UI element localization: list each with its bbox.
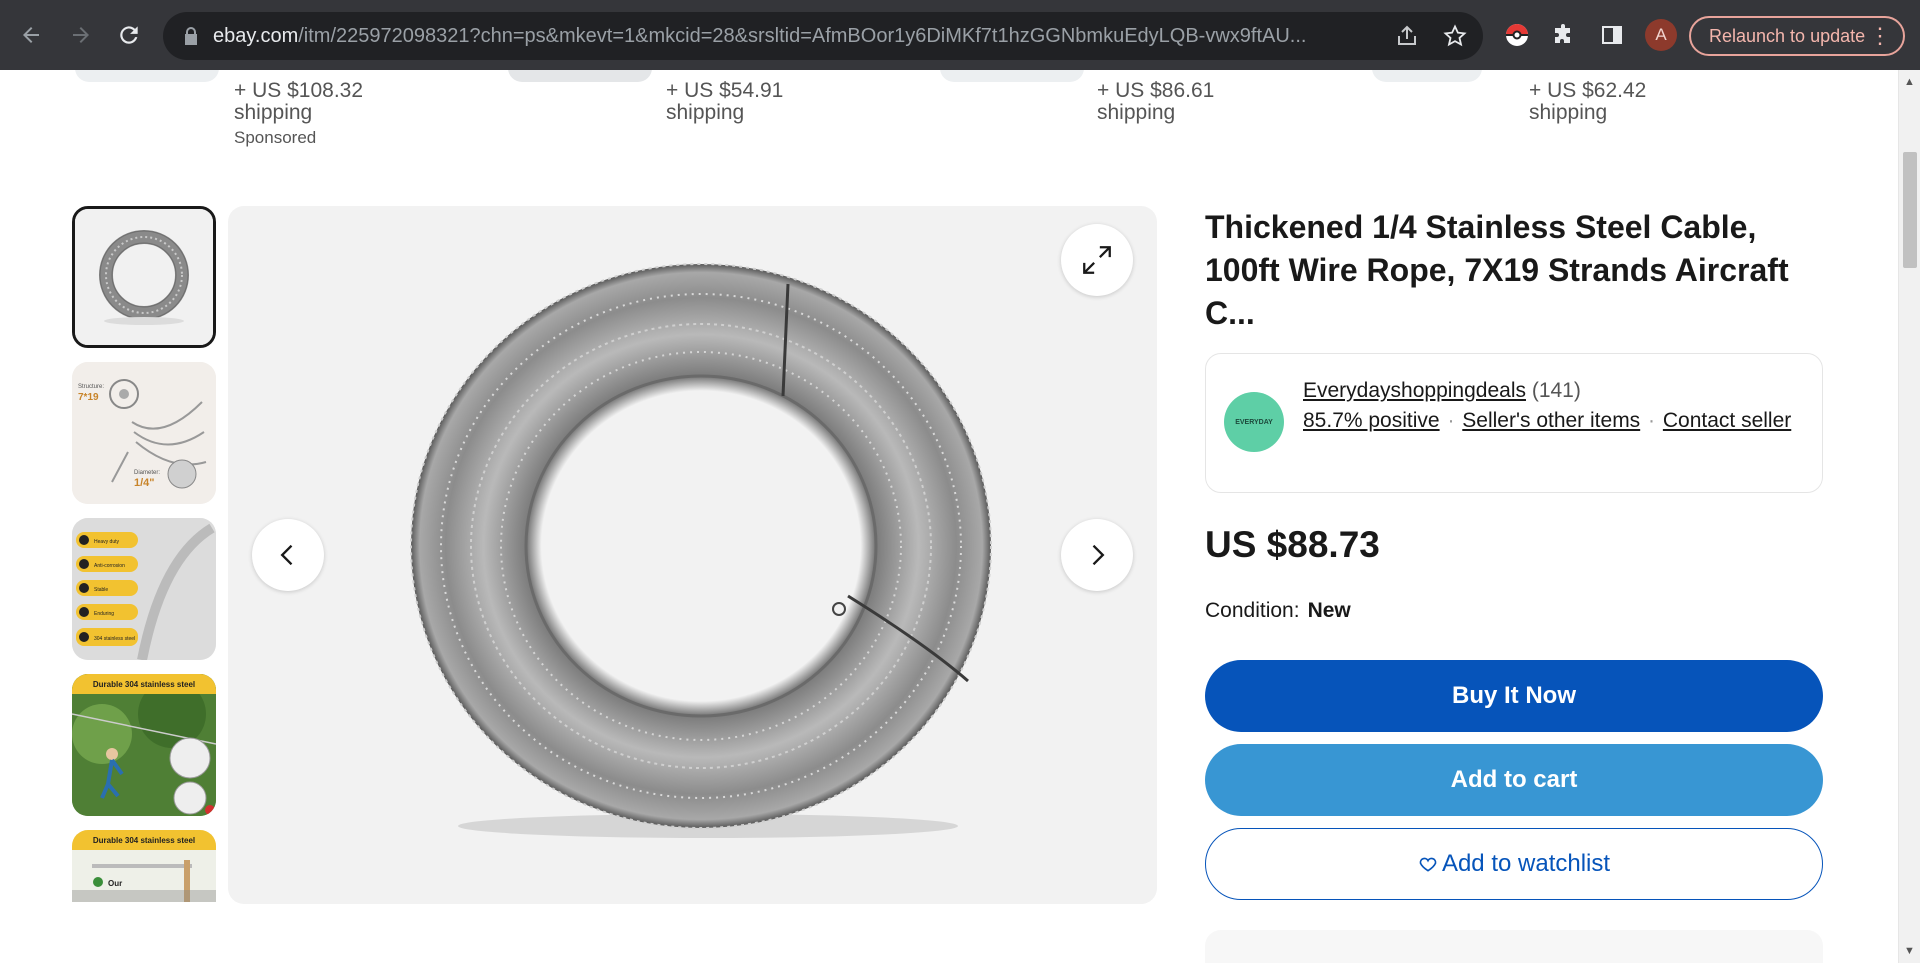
condition-row: Condition: New [1205, 599, 1351, 623]
pokeball-extension-icon[interactable] [1502, 20, 1532, 50]
reload-icon [120, 26, 138, 44]
features-thumbnail-image: Heavy duty Anti-corrosion Stable Endurin… [72, 518, 216, 660]
chevron-left-icon [280, 544, 293, 566]
contact-seller-link[interactable]: Contact seller [1663, 409, 1791, 432]
chrome-menu-icon[interactable]: ⋮ [1869, 24, 1891, 48]
url-domain: ebay.com [213, 25, 299, 47]
condition-value: New [1307, 599, 1351, 622]
back-button[interactable] [14, 18, 48, 52]
feature-row: Stable [94, 587, 108, 593]
forward-arrow-icon [73, 27, 89, 43]
product-price: US $88.73 [1205, 524, 1380, 565]
strip-item[interactable]: + US $54.91 shipping [666, 80, 866, 124]
relaunch-button[interactable]: Relaunch to update ⋮ [1689, 16, 1905, 56]
sponsored-label: Sponsored [234, 128, 317, 147]
wire-rope-coil-image [410, 263, 992, 838]
url-text: ebay.com/itm/225972098321?chn=ps&mkevt=1… [213, 12, 1363, 60]
strip-item[interactable]: + US $108.32 shipping Sponsored [234, 80, 434, 148]
strip-shipping-price: + US $62.42 [1529, 79, 1647, 102]
feature-row: 304 stainless steel [94, 636, 135, 642]
strip-shipping-price: + US $108.32 [234, 79, 364, 102]
reload-button[interactable] [112, 18, 146, 52]
url-path: /itm/225972098321?chn=ps&mkevt=1&mkcid=2… [298, 25, 1307, 47]
structure-label: Structure: [78, 384, 104, 390]
comparison-thumbnail-image: Durable 304 stainless steel Our [72, 830, 216, 902]
relaunch-label: Relaunch to update [1709, 25, 1866, 46]
forward-button[interactable] [64, 18, 98, 52]
diameter-value: 1/4" [134, 477, 155, 489]
thumbnail-structure[interactable]: Structure: 7*19 Diameter: 1/4" [72, 362, 216, 504]
zipline-banner: Durable 304 stainless steel [93, 680, 195, 689]
scrollbar-thumb[interactable] [1903, 152, 1917, 268]
profile-avatar[interactable]: A [1645, 19, 1677, 51]
add-to-watchlist-label: Add to watchlist [1441, 850, 1611, 877]
lock-icon [185, 27, 197, 45]
separator-dot: · [1648, 409, 1656, 432]
share-icon[interactable] [1395, 24, 1419, 48]
seller-logo[interactable]: EVERYDAY [1224, 392, 1284, 452]
thumbnail-coil[interactable] [72, 206, 216, 348]
strip-image-2[interactable] [508, 70, 652, 82]
heart-icon [1419, 857, 1437, 872]
feature-row: Anti-corrosion [94, 563, 125, 569]
strip-image-1[interactable] [75, 70, 219, 82]
browser-toolbar: ebay.com/itm/225972098321?chn=ps&mkevt=1… [0, 0, 1920, 70]
scroll-down-arrow-icon[interactable]: ▼ [1904, 945, 1915, 957]
strip-image-4[interactable] [1372, 70, 1482, 82]
product-title: Thickened 1/4 Stainless Steel Cable, 100… [1205, 209, 1789, 331]
main-product-image[interactable] [228, 206, 1157, 904]
strip-image-3[interactable] [940, 70, 1084, 82]
strip-item[interactable]: + US $86.61 shipping [1097, 80, 1297, 124]
thumbnail-zipline[interactable]: Durable 304 stainless steel [72, 674, 216, 816]
seller-logo-text: EVERYDAY [1235, 418, 1273, 426]
shipping-info-card [1205, 930, 1823, 963]
add-to-cart-label: Add to cart [1450, 766, 1578, 793]
add-to-watchlist-button[interactable]: Add to watchlist [1205, 828, 1823, 900]
strip-shipping-price: + US $54.91 [666, 79, 784, 102]
next-image-button[interactable] [1061, 519, 1133, 591]
add-to-cart-button[interactable]: Add to cart [1205, 744, 1823, 816]
scroll-up-arrow-icon[interactable]: ▲ [1904, 76, 1915, 88]
buy-it-now-label: Buy It Now [1452, 682, 1576, 709]
comparison-tag: Our [108, 879, 122, 888]
cable-structure-thumbnail-image: Structure: 7*19 Diameter: 1/4" [72, 362, 216, 504]
address-bar[interactable]: ebay.com/itm/225972098321?chn=ps&mkevt=1… [163, 12, 1483, 60]
strip-shipping-price: + US $86.61 [1097, 79, 1215, 102]
ebay-page: + US $108.32 shipping Sponsored + US $54… [0, 70, 1920, 963]
feature-row: Heavy duty [94, 539, 120, 545]
strip-shipping-label: shipping [234, 101, 313, 124]
bookmark-star-icon[interactable] [1443, 24, 1467, 48]
side-panel-icon[interactable] [1597, 20, 1627, 50]
strip-item[interactable]: + US $62.42 shipping [1529, 80, 1729, 124]
strip-shipping-label: shipping [1529, 101, 1608, 124]
chevron-right-icon [1092, 544, 1105, 566]
seller-other-items-link[interactable]: Seller's other items [1462, 409, 1640, 432]
page-scrollbar[interactable]: ▲ ▼ [1898, 70, 1920, 963]
feature-row: Enduring [94, 611, 114, 617]
wire-coil-thumbnail-image [75, 209, 213, 345]
structure-value: 7*19 [78, 392, 99, 403]
strip-shipping-label: shipping [1097, 101, 1176, 124]
previous-image-button[interactable] [252, 519, 324, 591]
buy-it-now-button[interactable]: Buy It Now [1205, 660, 1823, 732]
thumbnail-features[interactable]: Heavy duty Anti-corrosion Stable Endurin… [72, 518, 216, 660]
seller-info: Everydayshoppingdeals (141) 85.7% positi… [1303, 376, 1803, 436]
zipline-thumbnail-image: Durable 304 stainless steel [72, 674, 216, 816]
expand-image-button[interactable] [1061, 224, 1133, 296]
strip-shipping-label: shipping [666, 101, 745, 124]
extensions-puzzle-icon[interactable] [1548, 20, 1578, 50]
seller-feedback-count: (141) [1531, 379, 1581, 402]
diameter-label: Diameter: [134, 470, 160, 476]
seller-name-link[interactable]: Everydayshoppingdeals [1303, 379, 1526, 402]
thumbnail-comparison[interactable]: Durable 304 stainless steel Our [72, 830, 216, 902]
comparison-banner: Durable 304 stainless steel [93, 836, 195, 845]
seller-feedback-link[interactable]: 85.7% positive [1303, 409, 1440, 432]
back-arrow-icon [23, 27, 39, 43]
condition-label: Condition: [1205, 599, 1300, 622]
seller-card: EVERYDAY Everydayshoppingdeals (141) 85.… [1205, 353, 1823, 493]
separator-dot: · [1447, 409, 1455, 432]
expand-icon [1083, 246, 1111, 274]
